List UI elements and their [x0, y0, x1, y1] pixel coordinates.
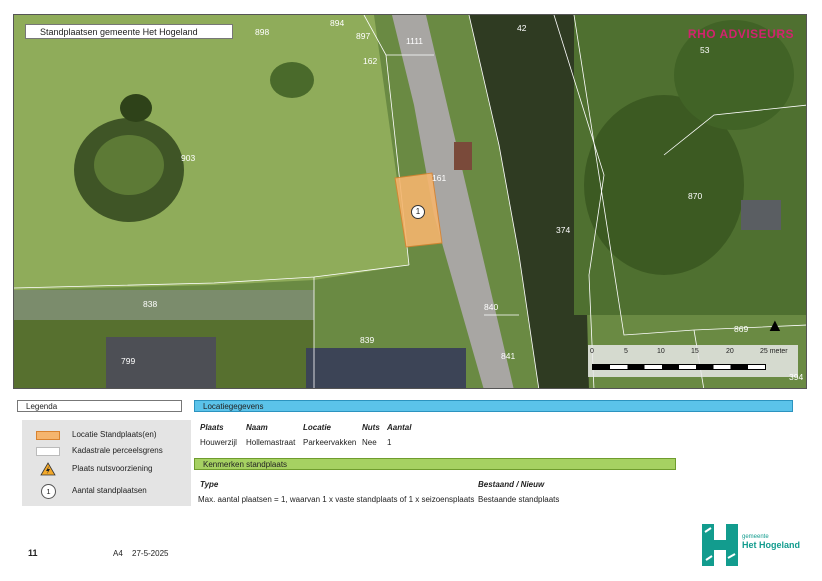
locatie-cell: 1	[387, 438, 392, 447]
locatie-col-header: Nuts	[362, 423, 380, 432]
aerial-photo	[14, 15, 806, 388]
locatie-section-header: Locatiegegevens	[194, 400, 793, 412]
parcel-label: 894	[330, 18, 345, 28]
parcel-label: 869	[734, 324, 749, 334]
parcel-label: 799	[121, 356, 136, 366]
brand-logo: RHO ADVISEURS	[687, 27, 794, 41]
parcel-label: 161	[432, 173, 447, 183]
orange-fill-swatch-icon	[36, 431, 60, 440]
locatie-cell: Houwerzijl	[200, 438, 237, 447]
kenmerken-cell: Bestaande standplaats	[478, 495, 560, 504]
gemeente-logo-icon	[702, 524, 738, 566]
legend-label: Locatie Standplaats(en)	[72, 430, 157, 439]
parcel-label: 162	[363, 56, 378, 66]
parcel-label: 53	[700, 45, 710, 55]
kenmerken-col-header: Bestaand / Nieuw	[478, 480, 545, 489]
scale-label: 5	[624, 348, 628, 355]
map-title: Standplaatsen gemeente Het Hogeland	[25, 24, 233, 39]
scale-label: 20	[726, 348, 734, 355]
legend-label: Aantal standplaatsen	[72, 486, 147, 495]
parcel-label: 1111	[406, 36, 424, 46]
locatie-col-header: Locatie	[303, 423, 332, 432]
parcel-label: 838	[143, 299, 158, 309]
legend-item: Plaats nutsvoorziening	[22, 462, 191, 476]
legend-item: 1 Aantal standplaatsen	[22, 484, 191, 499]
legend-label: Kadastrale perceelsgrens	[72, 446, 163, 455]
scale-bar: 0 5 10 15 20 25 meter	[588, 348, 794, 376]
aerial-map: Standplaatsen gemeente Het Hogeland RHO …	[13, 14, 807, 389]
legend-item: Locatie Standplaats(en)	[22, 428, 191, 442]
parcel-label: 841	[501, 351, 516, 361]
locatie-cell: Hollemastraat	[246, 438, 296, 447]
kenmerken-col-header: Type	[200, 480, 219, 489]
scale-label: 0	[590, 348, 594, 355]
gemeente-logo-text: gemeente Het Hogeland	[742, 534, 800, 550]
kenmerken-section-header: Kenmerken standplaats	[194, 458, 676, 470]
parcel-label: 903	[181, 153, 196, 163]
parcel-label: 42	[517, 23, 527, 33]
legend-label: Plaats nutsvoorziening	[72, 464, 153, 473]
kenmerken-cell: Max. aantal plaatsen = 1, waarvan 1 x va…	[198, 495, 475, 504]
parcel-label: 898	[255, 27, 270, 37]
parcel-label: 839	[360, 335, 375, 345]
parcel-label: 840	[484, 302, 499, 312]
white-outline-swatch-icon	[36, 447, 60, 456]
legend-panel: Locatie Standplaats(en) Kadastrale perce…	[22, 420, 191, 506]
paper-size: A4	[113, 549, 123, 558]
standplaats-count-marker: 1	[411, 205, 425, 219]
locatie-cell: Parkeervakken	[303, 438, 357, 447]
north-arrow-icon: ▲	[766, 315, 784, 335]
scale-bar-graphic	[592, 364, 766, 370]
warning-icon	[40, 462, 56, 476]
locatie-col-header: Aantal	[387, 423, 412, 432]
document-date: 27-5-2025	[132, 549, 169, 558]
scale-label: 25 meter	[760, 348, 788, 355]
parcel-label: 897	[356, 31, 371, 41]
locatie-cell: Nee	[362, 438, 377, 447]
legend-title: Legenda	[17, 400, 182, 412]
parcel-label: 374	[556, 225, 571, 235]
locatie-col-header: Plaats	[200, 423, 224, 432]
scale-label: 15	[691, 348, 699, 355]
page-number: 11	[28, 548, 38, 558]
parcel-label: 870	[688, 191, 703, 201]
legend-item: Kadastrale perceelsgrens	[22, 444, 191, 458]
logo-line-2: Het Hogeland	[742, 540, 801, 550]
locatie-col-header: Naam	[246, 423, 268, 432]
number-circle-icon: 1	[41, 484, 56, 499]
scale-label: 10	[657, 348, 665, 355]
